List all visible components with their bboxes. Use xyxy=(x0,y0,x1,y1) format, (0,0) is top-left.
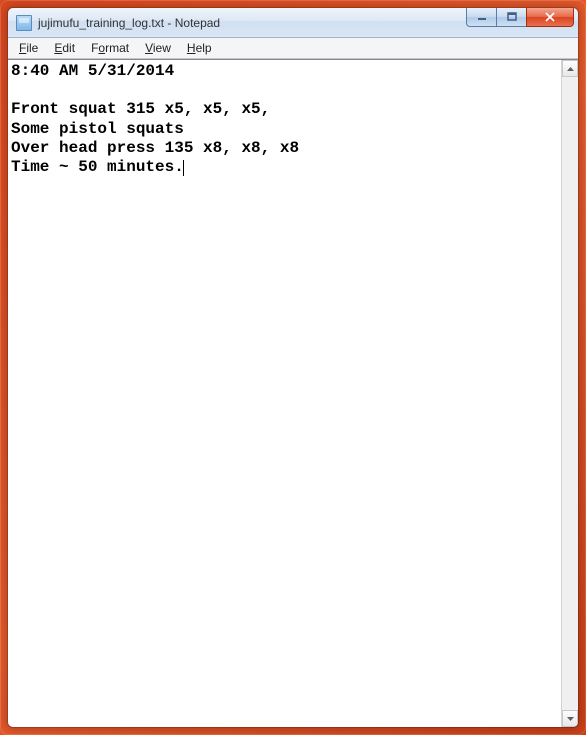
chevron-down-icon xyxy=(567,717,574,721)
text-cursor xyxy=(183,160,184,176)
vertical-scrollbar[interactable] xyxy=(561,60,578,727)
menubar: File Edit Format View Help xyxy=(8,38,578,59)
scroll-up-button[interactable] xyxy=(562,60,578,77)
document-text: 8:40 AM 5/31/2014 Front squat 315 x5, x5… xyxy=(11,62,299,176)
chevron-up-icon xyxy=(567,67,574,71)
window-controls xyxy=(466,7,574,27)
titlebar[interactable]: jujimufu_training_log.txt - Notepad xyxy=(8,8,578,38)
text-editor[interactable]: 8:40 AM 5/31/2014 Front squat 315 x5, x5… xyxy=(8,60,561,727)
menu-file[interactable]: File xyxy=(12,40,45,56)
menu-help[interactable]: Help xyxy=(180,40,219,56)
scroll-track[interactable] xyxy=(562,77,578,710)
menu-view[interactable]: View xyxy=(138,40,178,56)
close-button[interactable] xyxy=(526,7,574,27)
scroll-down-button[interactable] xyxy=(562,710,578,727)
minimize-button[interactable] xyxy=(466,7,496,27)
content-area: 8:40 AM 5/31/2014 Front squat 315 x5, x5… xyxy=(8,59,578,727)
notepad-window: jujimufu_training_log.txt - Notepad File… xyxy=(7,7,579,728)
maximize-button[interactable] xyxy=(496,7,526,27)
close-icon xyxy=(544,12,556,22)
minimize-icon xyxy=(477,12,487,22)
menu-format[interactable]: Format xyxy=(84,40,136,56)
notepad-icon xyxy=(16,15,32,31)
menu-edit[interactable]: Edit xyxy=(47,40,82,56)
maximize-icon xyxy=(507,12,517,22)
